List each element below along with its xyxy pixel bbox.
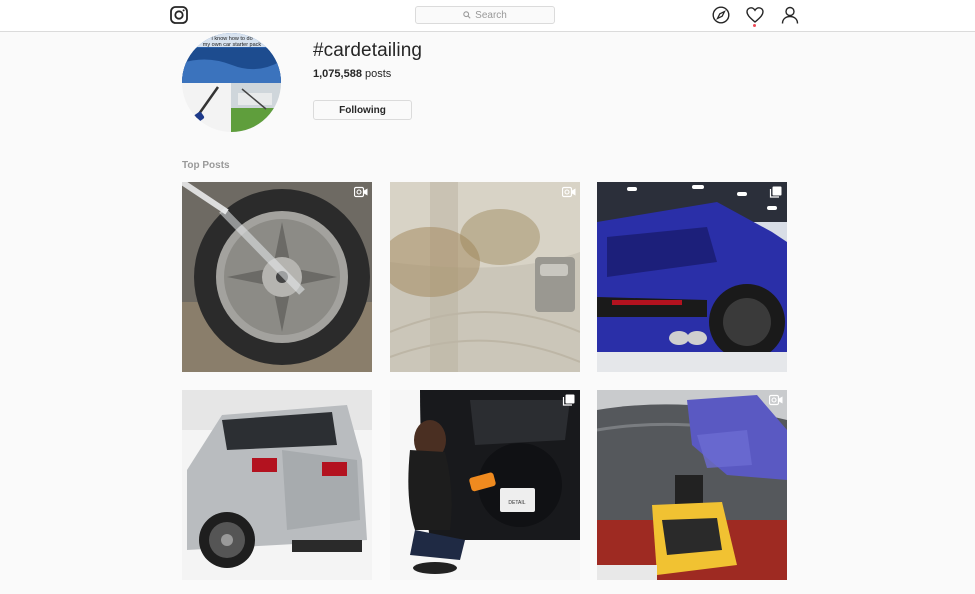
heart-activity-icon[interactable] xyxy=(746,6,764,24)
explore-compass-icon[interactable] xyxy=(712,6,730,24)
video-icon xyxy=(769,394,783,406)
svg-text:my own car starter pack: my own car starter pack xyxy=(203,42,262,48)
hashtag-title: #cardetailing xyxy=(313,40,423,61)
post-blue-lamborghini[interactable] xyxy=(597,182,787,372)
search-icon xyxy=(463,11,471,19)
search-placeholder: Search xyxy=(475,9,507,21)
top-posts-heading: Top Posts xyxy=(182,160,230,171)
post-seat-cleaning[interactable] xyxy=(390,182,580,372)
svg-text:DETAIL: DETAIL xyxy=(508,500,525,506)
video-icon xyxy=(562,186,576,198)
video-icon xyxy=(354,186,368,198)
post-count-suffix: posts xyxy=(365,68,392,80)
profile-user-icon[interactable] xyxy=(781,6,799,24)
post-polishing[interactable] xyxy=(597,390,787,580)
post-woman-detailing[interactable]: DETAIL xyxy=(390,390,580,580)
top-nav-bar: Search xyxy=(0,0,975,32)
carousel-icon xyxy=(562,394,575,406)
notification-dot xyxy=(753,24,756,27)
post-wheel-pressure-wash[interactable] xyxy=(182,182,372,372)
following-button[interactable]: Following xyxy=(313,100,412,120)
carousel-icon xyxy=(769,186,782,198)
hashtag-avatar: I know how to do my own car starter pack xyxy=(182,33,281,132)
instagram-logo-icon[interactable] xyxy=(170,6,188,24)
search-input[interactable]: Search xyxy=(415,6,555,24)
post-count-number: 1,075,588 xyxy=(313,68,362,80)
post-count: 1,075,588 posts xyxy=(313,68,391,80)
post-silver-mercedes[interactable] xyxy=(182,390,372,580)
